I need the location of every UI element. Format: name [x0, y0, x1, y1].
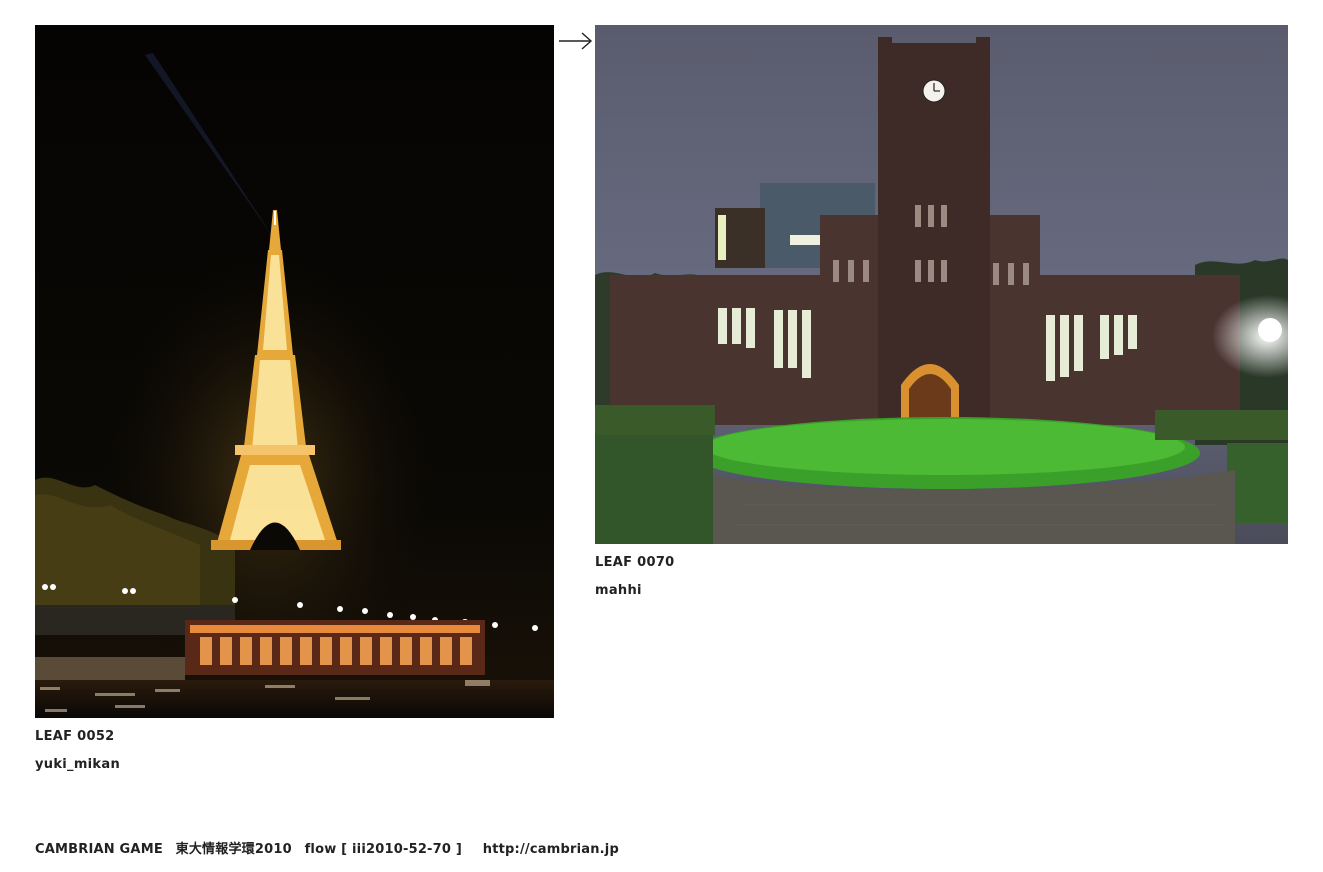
- auditorium-dusk-image: [595, 25, 1288, 544]
- leaf-0052-photo[interactable]: [35, 25, 554, 718]
- leaf-0052-author[interactable]: yuki_mikan: [35, 757, 120, 772]
- footer-url-link[interactable]: http://cambrian.jp: [483, 842, 619, 857]
- leaf-0070-photo[interactable]: [595, 25, 1288, 544]
- footer: CAMBRIAN GAME 東大情報学環2010 flow [ iii2010-…: [35, 838, 619, 857]
- leaf-0070-author[interactable]: mahhi: [595, 583, 642, 598]
- leaf-0070-label: LEAF 0070: [595, 555, 675, 570]
- footer-flow: flow [ iii2010-52-70 ]: [304, 842, 463, 857]
- leaf-0052-label: LEAF 0052: [35, 729, 115, 744]
- right-arrow-icon: [559, 32, 593, 50]
- eiffel-tower-night-image: [35, 25, 554, 718]
- footer-brand: CAMBRIAN GAME: [35, 842, 163, 857]
- page: LEAF 0052 yuki_mikan LEAF 0070 mahhi CAM…: [0, 0, 1323, 872]
- footer-event: 東大情報学環2010: [175, 842, 292, 857]
